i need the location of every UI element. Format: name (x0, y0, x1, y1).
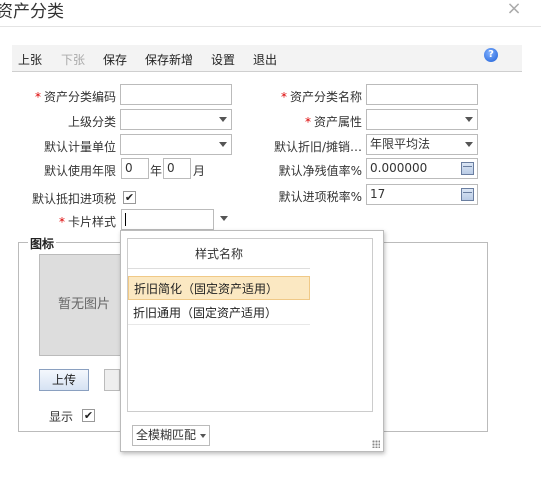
settings-button[interactable]: 设置 (211, 51, 235, 68)
residual-label: 默认净残值率% (278, 164, 362, 178)
save-button[interactable]: 保存 (103, 51, 127, 68)
secondary-button[interactable] (104, 369, 120, 391)
icon-legend: 图标 (28, 235, 57, 252)
style-grid: 样式名称 折旧简化（固定资产适用） 折旧通用（固定资产适用） (127, 238, 373, 412)
toolbar: 上张 下张 保存 保存新增 设置 退出 (12, 45, 522, 72)
unit-select[interactable] (120, 134, 232, 155)
show-label: 显示 (49, 410, 74, 424)
next-button[interactable]: 下张 (61, 51, 85, 68)
depr-select[interactable]: 年限平均法 (366, 134, 478, 155)
text-cursor (125, 213, 126, 226)
filter-mode-select[interactable]: 全模糊匹配 (132, 425, 210, 446)
dialog-title: 资产分类 (0, 2, 64, 22)
year-unit: 年 (150, 164, 163, 178)
code-label: * 资产分类编码 (34, 90, 116, 104)
list-item[interactable]: 折旧通用（固定资产适用） (128, 301, 310, 325)
month-input[interactable]: 0 (163, 158, 191, 179)
resize-grip-icon[interactable] (372, 440, 380, 448)
chevron-down-icon (465, 117, 473, 122)
chevron-down-icon (219, 117, 227, 122)
deduct-label: 默认抵扣进项税 (32, 192, 117, 206)
card-style-dropdown: 样式名称 折旧简化（固定资产适用） 折旧通用（固定资产适用） 全模糊匹配 (120, 230, 384, 452)
property-select[interactable] (366, 109, 478, 130)
title-bar (0, 0, 541, 27)
life-label: 默认使用年限 (43, 164, 116, 178)
parent-select[interactable] (120, 109, 232, 130)
chevron-down-icon (200, 434, 206, 438)
month-unit: 月 (193, 164, 206, 178)
chevron-down-icon (220, 216, 228, 221)
parent-label: 上级分类 (67, 115, 116, 129)
depr-label: 默认折旧/摊销… (273, 140, 362, 154)
property-label: * 资产属性 (304, 115, 362, 129)
calculator-icon[interactable] (461, 162, 474, 175)
show-checkbox[interactable]: ✔ (82, 409, 95, 422)
code-input[interactable] (120, 84, 232, 105)
card-style-trigger[interactable] (216, 209, 232, 230)
image-placeholder: 暂无图片 (39, 254, 129, 356)
save-new-button[interactable]: 保存新增 (145, 51, 193, 68)
chevron-down-icon (465, 142, 473, 147)
tax-input[interactable]: 17 (366, 184, 478, 205)
name-input[interactable] (366, 84, 478, 105)
prev-button[interactable]: 上张 (18, 51, 42, 68)
year-input[interactable]: 0 (121, 158, 149, 179)
help-icon[interactable]: ? (484, 48, 498, 62)
unit-label: 默认计量单位 (43, 140, 116, 154)
card-style-input[interactable] (121, 209, 214, 230)
close-icon[interactable]: × (505, 0, 523, 18)
calculator-icon[interactable] (461, 188, 474, 201)
grid-header-style-name: 样式名称 (128, 239, 310, 269)
exit-button[interactable]: 退出 (253, 51, 277, 68)
card-label: * 卡片样式 (58, 215, 116, 229)
tax-label: 默认进项税率% (278, 190, 362, 204)
upload-button[interactable]: 上传 (39, 369, 89, 391)
deduct-checkbox[interactable]: ✔ (123, 191, 136, 204)
residual-input[interactable]: 0.000000 (366, 158, 478, 179)
name-label: * 资产分类名称 (280, 90, 362, 104)
list-item[interactable]: 折旧简化（固定资产适用） (128, 276, 310, 300)
chevron-down-icon (219, 142, 227, 147)
